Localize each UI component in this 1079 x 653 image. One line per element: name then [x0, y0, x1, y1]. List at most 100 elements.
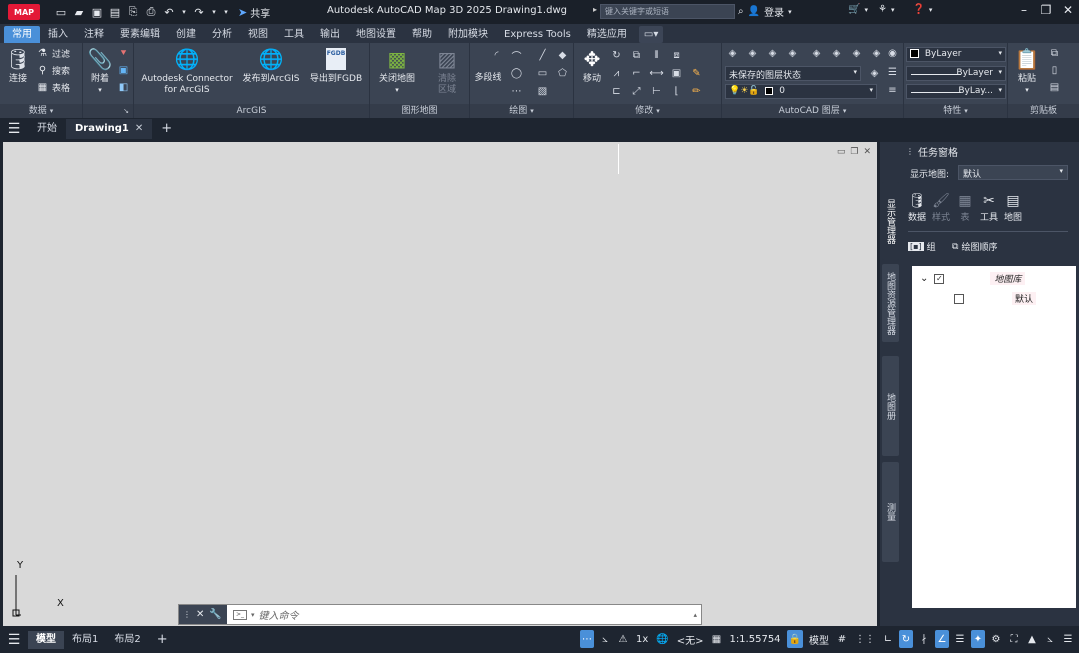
- layer-icon-5[interactable]: ◈: [810, 47, 823, 60]
- layer-icon-4[interactable]: ◈: [786, 47, 799, 60]
- osnap-tracking-icon[interactable]: ∤: [917, 630, 931, 648]
- table-button[interactable]: ▦ 表格: [36, 81, 70, 94]
- group-button[interactable]: [▪] 组: [908, 240, 936, 253]
- polyline-button[interactable]: 多段线: [474, 73, 502, 84]
- dynamic-input-icon[interactable]: ⋯: [579, 630, 594, 648]
- tab-analyze[interactable]: 分析: [204, 26, 240, 43]
- cut-icon[interactable]: ⧉: [1048, 47, 1061, 60]
- search-button[interactable]: ⚲ 搜索: [36, 64, 70, 77]
- side-tab-display-manager[interactable]: 显示管理器: [882, 182, 899, 260]
- copy-clip-icon[interactable]: ▯: [1048, 64, 1061, 77]
- fillet-icon[interactable]: ⌐: [630, 67, 643, 80]
- customize-qat-icon[interactable]: ▾: [222, 5, 230, 19]
- layer-icon-8[interactable]: ◈: [870, 47, 883, 60]
- cart-dropdown-icon[interactable]: ▾: [864, 6, 868, 14]
- redo-icon[interactable]: ↷: [192, 5, 206, 19]
- panel-title-data[interactable]: 数据 ▾: [0, 104, 82, 118]
- offset-icon[interactable]: ⧈: [670, 49, 683, 62]
- polar-tracking-icon[interactable]: ↻: [899, 630, 913, 648]
- cmd-settings-icon[interactable]: 🔧: [209, 609, 221, 620]
- scale-value[interactable]: 1:1.55754: [727, 630, 782, 648]
- tp-tool-map[interactable]: ▤ 地图: [1004, 192, 1022, 223]
- dotted-icon[interactable]: ⋯: [510, 85, 523, 98]
- trim-icon[interactable]: ⊏: [610, 85, 623, 98]
- tp-tool-style[interactable]: 🖌 样式: [932, 192, 950, 223]
- new-tab-button[interactable]: +: [152, 119, 181, 139]
- anno-scale-value[interactable]: 1x: [634, 630, 650, 648]
- attach-button[interactable]: 📎 附着 ▾: [87, 46, 113, 96]
- ribbon-minimize-button[interactable]: ▭▾: [638, 26, 664, 43]
- color-wheel-icon[interactable]: ◉: [886, 47, 899, 60]
- layer-props-icon[interactable]: ◈: [726, 47, 739, 60]
- layout-tab-model[interactable]: 模型: [28, 630, 64, 649]
- tab-help[interactable]: 帮助: [404, 26, 440, 43]
- ortho-icon[interactable]: ∟: [881, 630, 895, 648]
- panel-title-layers[interactable]: AutoCAD 图层 ▾: [722, 104, 903, 118]
- publish-icon[interactable]: ⎘: [126, 5, 140, 19]
- cmd-close-icon[interactable]: ✕: [196, 609, 204, 620]
- polygon-icon[interactable]: ⬠: [556, 67, 569, 80]
- add-layout-button[interactable]: +: [149, 631, 176, 649]
- viewport-close-icon[interactable]: ✕: [863, 147, 871, 157]
- panel-title-clipboard[interactable]: 剪贴板: [1008, 104, 1079, 118]
- unit-value[interactable]: <无>: [675, 630, 706, 648]
- globe-status-icon[interactable]: 🌐: [654, 630, 670, 648]
- redo-dropdown-icon[interactable]: ▾: [210, 5, 218, 19]
- annotation-monitor-icon[interactable]: ✦: [971, 630, 985, 648]
- cmd-expand-icon[interactable]: ▴: [693, 611, 701, 619]
- tab-map-setup[interactable]: 地图设置: [348, 26, 404, 43]
- circle-icon[interactable]: ◯: [510, 67, 523, 80]
- customize-status-icon[interactable]: ☰: [1061, 630, 1075, 648]
- panel-title-modify[interactable]: 修改 ▾: [574, 104, 721, 118]
- new-icon[interactable]: ▭: [54, 5, 68, 19]
- linetype-combo[interactable]: ByLayer ▾: [906, 66, 1006, 81]
- extend-icon[interactable]: ⤢: [630, 85, 643, 98]
- search-icon[interactable]: ⌕: [738, 6, 744, 17]
- close-map-button[interactable]: ▩ 关闭地图 ▾: [376, 46, 418, 96]
- viewport-minimize-icon[interactable]: ▭: [837, 147, 846, 157]
- drawing-canvas[interactable]: ▭ ❐ ✕ Y X ⋮ ✕ 🔧 >_ ▾ 键入命令 ▴: [3, 142, 877, 626]
- reference-icon[interactable]: ◧: [117, 81, 130, 94]
- side-tab-map-book[interactable]: 地图册: [882, 356, 899, 456]
- erase-icon[interactable]: ✎: [690, 67, 703, 80]
- mirror-icon[interactable]: ⫴: [650, 49, 663, 62]
- snap-icon[interactable]: ⋮⋮: [853, 630, 877, 648]
- publish-arcgis-button[interactable]: 🌐 发布到ArcGIS: [238, 46, 304, 85]
- filter-button[interactable]: ⚗ 过滤: [36, 47, 70, 60]
- saveas-icon[interactable]: ▤: [108, 5, 122, 19]
- help-icon[interactable]: ❓: [912, 4, 924, 15]
- connect-icon[interactable]: ⚘: [878, 4, 887, 15]
- login-button[interactable]: 登录: [764, 4, 784, 19]
- rotate-icon[interactable]: ↻: [610, 49, 623, 62]
- tab-annotate[interactable]: 注释: [76, 26, 112, 43]
- layer-state-icon[interactable]: ◈: [868, 67, 881, 80]
- export-fgdb-button[interactable]: FGDB 导出到FGDB: [306, 46, 366, 85]
- login-dropdown-icon[interactable]: ▾: [788, 8, 792, 16]
- search-input[interactable]: 键入关键字或短语: [593, 4, 735, 19]
- color-combo[interactable]: ByLayer ▾: [906, 47, 1006, 62]
- tab-drawing1[interactable]: Drawing1 ✕: [66, 119, 153, 139]
- clear-region-button[interactable]: ▨ 清除 区域: [430, 46, 464, 96]
- lineweight-combo[interactable]: ByLay... ▾: [906, 84, 1006, 99]
- arc2-icon[interactable]: ⌒: [510, 49, 523, 63]
- display-map-combo[interactable]: 默认 ▾: [958, 165, 1068, 180]
- array-icon[interactable]: ⟷: [649, 67, 663, 80]
- edit-icon[interactable]: ✏: [690, 85, 703, 98]
- tp-tool-table[interactable]: ▦ 表: [956, 192, 974, 223]
- lock-icon[interactable]: 🔒: [786, 630, 803, 648]
- close-tab-icon[interactable]: ✕: [135, 123, 143, 134]
- layer-state-combo[interactable]: 未保存的图层状态 ▾: [725, 66, 861, 81]
- adjust-icon[interactable]: ▣: [117, 64, 130, 77]
- break-icon[interactable]: ⊢: [650, 85, 663, 98]
- hatch-icon[interactable]: ▧: [536, 85, 549, 98]
- layer-combo[interactable]: 💡☀🔓 0 ▾: [725, 84, 877, 99]
- move-button[interactable]: ✥ 移动: [578, 46, 606, 85]
- layer-icon-2[interactable]: ◈: [746, 47, 759, 60]
- share-button[interactable]: ➤ 共享: [238, 5, 270, 20]
- connect-dropdown-icon[interactable]: ▾: [891, 6, 895, 14]
- cart-icon[interactable]: 🛒: [848, 4, 860, 15]
- draw-order-button[interactable]: ⧉ 绘图顺序: [952, 240, 997, 254]
- workspace-icon[interactable]: ⚙: [989, 630, 1003, 648]
- minimize-icon[interactable]: –: [1013, 3, 1035, 17]
- user-icon[interactable]: 👤: [748, 6, 760, 17]
